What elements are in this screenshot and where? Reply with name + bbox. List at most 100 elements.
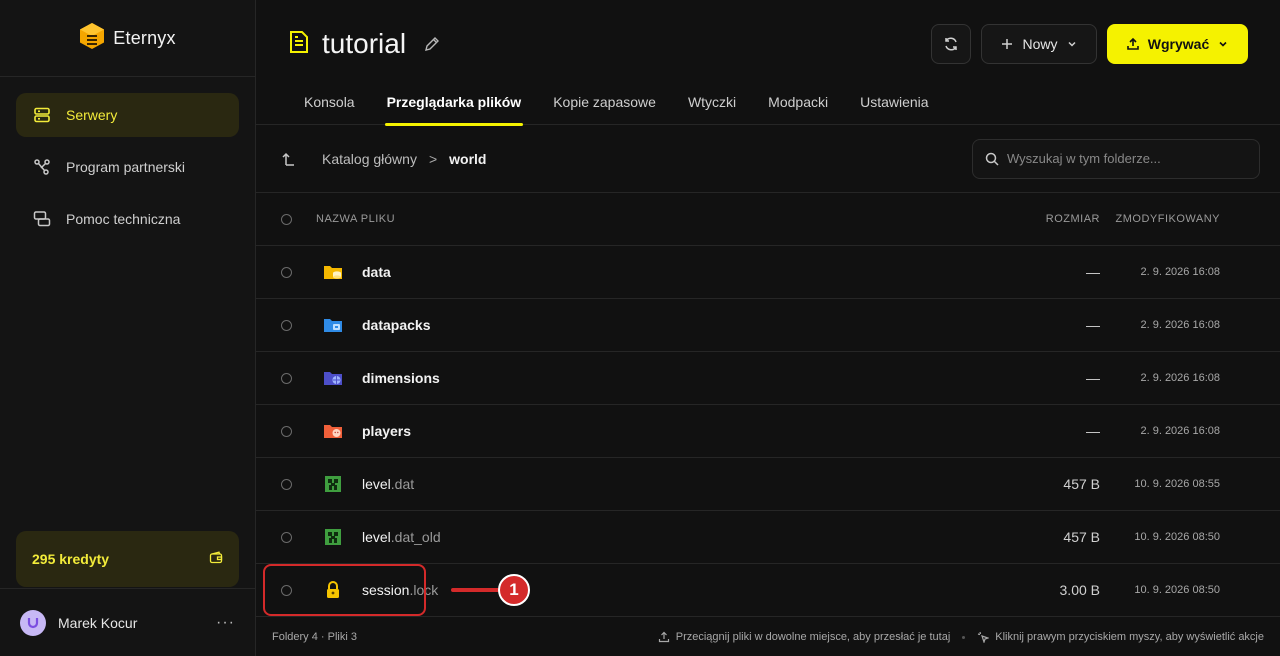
- chevron-down-icon: [1067, 41, 1076, 47]
- tab-konsola[interactable]: Konsola: [288, 88, 371, 125]
- sidebar-nav: Serwery Program partnerski Pomoc technic…: [0, 77, 255, 265]
- file-modified: 10. 9. 2026 08:55: [1134, 478, 1220, 490]
- file-size: 457 B: [1063, 476, 1100, 492]
- table-row[interactable]: players — 2. 9. 2026 16:08: [256, 405, 1280, 458]
- upload-button[interactable]: Wgrywać: [1107, 24, 1248, 64]
- file-name: dimensions: [362, 370, 440, 386]
- sidebar-item-pomoc-techniczna[interactable]: Pomoc techniczna: [16, 197, 239, 241]
- row-checkbox[interactable]: [280, 531, 292, 543]
- plus-icon: [1002, 39, 1013, 49]
- table-header: NAZWA PLIKU ROZMIAR ZMODYFIKOWANY: [256, 193, 1280, 246]
- file-size: 457 B: [1063, 529, 1100, 545]
- file-modified: 2. 9. 2026 16:08: [1140, 372, 1220, 384]
- annotation-step-badge: 1: [498, 574, 530, 606]
- tab-ustawienia[interactable]: Ustawienia: [844, 88, 944, 125]
- row-checkbox[interactable]: [280, 319, 292, 331]
- brand-name: Eternyx: [113, 27, 176, 48]
- file-modified: 10. 9. 2026 08:50: [1134, 531, 1220, 543]
- sidebar-item-label: Serwery: [66, 107, 118, 123]
- refresh-button[interactable]: [931, 24, 971, 64]
- cursor-click-icon: [978, 631, 990, 643]
- credits-card[interactable]: 295 kredyty: [16, 531, 239, 587]
- drag-hint: Przeciągnij pliki w dowolne miejsce, aby…: [675, 631, 951, 643]
- tab-kopie-zapasowe[interactable]: Kopie zapasowe: [537, 88, 672, 125]
- context-hint: Kliknij prawym przyciskiem myszy, aby wy…: [995, 631, 1264, 643]
- arrow-up-icon: [282, 152, 294, 166]
- search-input[interactable]: [1007, 151, 1247, 166]
- user-menu-button[interactable]: ···: [216, 614, 235, 632]
- tab-bar: Konsola Przeglądarka plików Kopie zapaso…: [256, 88, 1280, 126]
- wallet-icon: [209, 550, 223, 568]
- row-checkbox[interactable]: [280, 425, 292, 437]
- file-size: —: [1086, 370, 1100, 386]
- refresh-icon: [945, 37, 957, 51]
- minecraft-file-icon: [322, 473, 344, 495]
- file-modified: 2. 9. 2026 16:08: [1140, 425, 1220, 437]
- chevron-down-icon: [1219, 41, 1227, 47]
- go-up-button[interactable]: [282, 151, 298, 167]
- file-name: level: [362, 476, 391, 492]
- minecraft-file-icon: [322, 526, 344, 548]
- header-actions: Nowy Wgrywać: [931, 24, 1248, 64]
- page-header: tutorial Nowy Wgrywać: [256, 0, 1280, 88]
- file-ext: .dat_old: [390, 529, 441, 545]
- select-all-checkbox[interactable]: [280, 213, 292, 225]
- column-header-modified[interactable]: ZMODYFIKOWANY: [1100, 213, 1280, 225]
- user-profile[interactable]: Marek Kocur ···: [0, 588, 255, 656]
- upload-icon: [658, 631, 669, 643]
- file-size: —: [1086, 264, 1100, 280]
- table-row[interactable]: level.dat 457 B 10. 9. 2026 08:55: [256, 458, 1280, 511]
- row-checkbox[interactable]: [280, 478, 292, 490]
- annotation-pointer-line: [451, 588, 501, 592]
- file-name: level: [362, 529, 391, 545]
- sidebar-item-label: Pomoc techniczna: [66, 211, 181, 227]
- sidebar-item-program-partnerski[interactable]: Program partnerski: [16, 145, 239, 189]
- search-box[interactable]: [972, 138, 1260, 179]
- row-checkbox[interactable]: [280, 372, 292, 384]
- file-ext: .dat: [390, 476, 415, 492]
- chat-icon: [32, 209, 52, 229]
- file-list: data — 2. 9. 2026 16:08 datapacks — 2. 9…: [256, 246, 1280, 617]
- user-name: Marek Kocur: [58, 614, 138, 631]
- file-modified: 10. 9. 2026 08:50: [1134, 584, 1220, 596]
- main-content: tutorial Nowy Wgrywać Konsola Przeglądar…: [256, 0, 1280, 656]
- new-button-label: Nowy: [1022, 36, 1058, 52]
- table-row[interactable]: level.dat_old 457 B 10. 9. 2026 08:50: [256, 511, 1280, 564]
- table-row[interactable]: dimensions — 2. 9. 2026 16:08: [256, 352, 1280, 405]
- divider-dot: [962, 635, 966, 639]
- tab-wtyczki[interactable]: Wtyczki: [672, 88, 752, 125]
- folder-datapacks-icon: [322, 314, 344, 336]
- row-checkbox[interactable]: [280, 266, 292, 278]
- sidebar-item-serwery[interactable]: Serwery: [16, 93, 239, 137]
- tab-modpacki[interactable]: Modpacki: [752, 88, 844, 125]
- pencil-icon: [425, 37, 440, 51]
- table-row[interactable]: datapacks — 2. 9. 2026 16:08: [256, 299, 1280, 352]
- brand[interactable]: Eternyx: [0, 0, 255, 77]
- upload-button-label: Wgrywać: [1147, 36, 1210, 52]
- new-button[interactable]: Nowy: [981, 24, 1097, 64]
- breadcrumb-current: world: [449, 150, 487, 167]
- credits-label: 295 kredyty: [32, 551, 110, 567]
- breadcrumb-separator: >: [428, 150, 438, 167]
- document-icon: [288, 30, 310, 59]
- column-header-size[interactable]: ROZMIAR: [980, 213, 1100, 225]
- breadcrumb-root[interactable]: Katalog główny: [322, 151, 417, 167]
- eternyx-logo-icon: [79, 22, 105, 55]
- file-size: —: [1086, 423, 1100, 439]
- folder-data-icon: [322, 261, 344, 283]
- file-modified: 2. 9. 2026 16:08: [1140, 319, 1220, 331]
- edit-title-button[interactable]: [424, 36, 440, 52]
- column-header-name[interactable]: NAZWA PLIKU: [316, 213, 980, 225]
- share-nodes-icon: [32, 157, 52, 177]
- sidebar: Eternyx Serwery Program partnerski Pomoc…: [0, 0, 256, 656]
- folder-dimensions-icon: [322, 367, 344, 389]
- search-icon: [985, 152, 999, 166]
- file-name: players: [362, 423, 412, 439]
- annotation-highlight-box: [263, 564, 426, 616]
- folder-players-icon: [322, 420, 344, 442]
- file-name: data: [362, 264, 391, 280]
- tab-przegladarka-plikow[interactable]: Przeglądarka plików: [371, 88, 538, 126]
- table-row[interactable]: data — 2. 9. 2026 16:08: [256, 246, 1280, 299]
- upload-icon: [1126, 37, 1139, 50]
- sidebar-item-label: Program partnerski: [66, 159, 186, 175]
